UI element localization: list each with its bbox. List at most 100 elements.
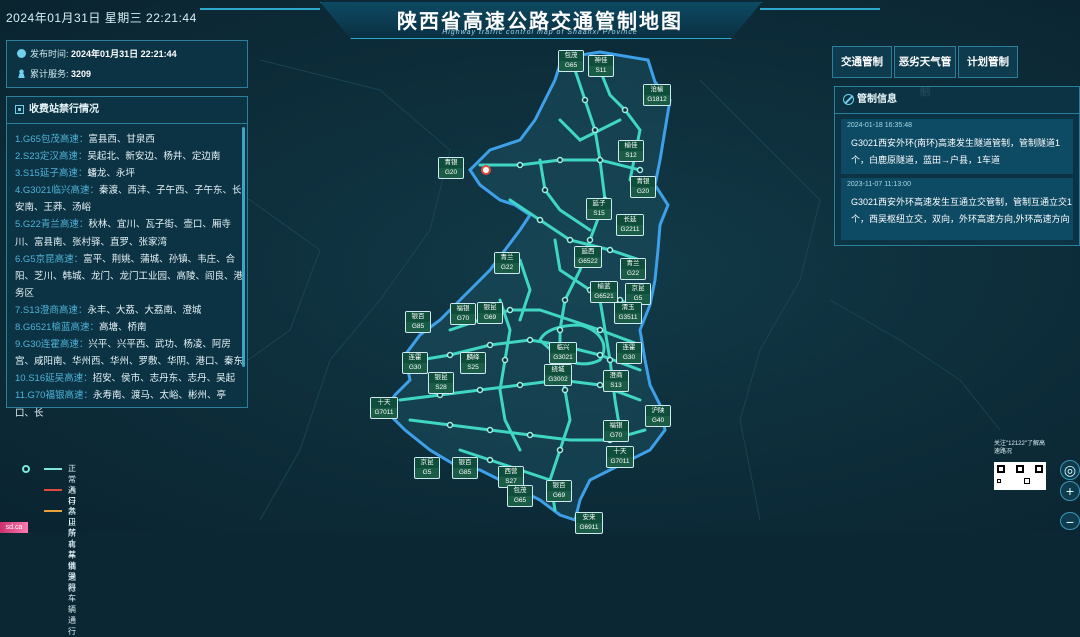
toll-list-item[interactable]: 7.S13澄商高速：永丰、大荔、大荔南、澄城 — [15, 302, 243, 319]
route-plate: 银百 G85 — [405, 311, 431, 333]
route-plate: 榆蓝 G6521 — [590, 281, 618, 303]
route-plate-code: G7011 — [374, 409, 394, 416]
route-plate-code: G40 — [651, 417, 665, 424]
route-plate-name: 渭玉 — [615, 303, 641, 313]
route-plate: 京昆 G5 — [414, 457, 440, 479]
tab-planned-control[interactable]: 计划管制 — [958, 46, 1018, 78]
route-plate: 延子 S15 — [586, 198, 612, 220]
legend-swatch-normal — [44, 468, 62, 470]
route-plate-code: S12 — [625, 152, 637, 159]
route-plate-code: G6521 — [594, 293, 614, 300]
road-name: 10.S16延吴高速： — [15, 373, 93, 385]
road-name: 11.G70福银高速： — [15, 390, 93, 402]
route-plate: 安来 G6911 — [575, 512, 603, 534]
toll-list-item[interactable]: 3.S15延子高速：蟠龙、永坪 — [15, 165, 243, 182]
toll-panel-title: 收费站禁行情况 — [29, 104, 99, 115]
tab-traffic-control[interactable]: 交通管制 — [832, 46, 892, 78]
route-plate-name: 京昆 — [626, 284, 650, 294]
route-plate-name: 包茂 — [508, 486, 532, 496]
route-plate-name: 银百 — [453, 458, 477, 468]
qr-code-image[interactable] — [994, 462, 1046, 490]
route-plate: 青兰 G22 — [494, 252, 520, 274]
publish-info-panel: 发布时间: 2024年01月31日 22:21:44 累计服务: 3209 — [6, 40, 248, 88]
route-plate-code: G22 — [500, 264, 514, 271]
route-plate-name: 十天 — [371, 398, 397, 408]
route-plate-code: G3002 — [548, 376, 568, 383]
locate-button[interactable]: ◎ — [1060, 460, 1080, 480]
route-plate-name: 福银 — [451, 304, 475, 314]
route-plate: 银百 G69 — [546, 480, 572, 502]
toll-panel-header: 收费站禁行情况 — [7, 97, 247, 124]
route-plate-name: 西营 — [499, 467, 523, 477]
route-plate-name: 澄商 — [604, 371, 628, 381]
route-plate-name: 神佳 — [589, 56, 613, 66]
closed-station-marker[interactable] — [481, 165, 491, 175]
route-plate-code: G5 — [422, 469, 432, 476]
road-name: 8.G6521榆蓝高速： — [15, 322, 99, 334]
route-plate-name: 京昆 — [415, 458, 439, 468]
route-plate-code: G70 — [456, 315, 470, 322]
route-plate: 长延 G2211 — [616, 214, 644, 236]
control-notice[interactable]: 2023-11-07 11:13:00 G3021西安外环高速发生互通立交管制，… — [841, 178, 1073, 240]
toll-list-item[interactable]: 4.G3021临兴高速：秦渡、西沣、子午西、子午东、长安南、王莽、汤峪 — [15, 182, 243, 216]
route-plate: 绕城 G3002 — [544, 364, 572, 386]
route-plate-code: G69 — [483, 314, 497, 321]
route-plate: 十天 G7011 — [606, 446, 634, 468]
list-icon — [15, 105, 24, 114]
qr-caption: 关注"12122"了解高速路况 — [994, 441, 1045, 455]
toll-list-item[interactable]: 8.G6521榆蓝高速：高塘、桥南 — [15, 319, 243, 336]
toll-list-item[interactable]: 2.S23定汉高速：吴起北、新安边、杨井、定边南 — [15, 148, 243, 165]
clock-icon — [17, 49, 26, 58]
route-plate: 银昆 S28 — [428, 372, 454, 394]
route-plate: 神佳 S11 — [588, 55, 614, 77]
toll-list-item[interactable]: 9.G30连霍高速：兴平、兴平西、武功、杨凌、阿房宫、咸阳南、华州西、华州、罗敷… — [15, 336, 243, 370]
control-notice[interactable]: 2024-01-18 16:35:48 G3021西安外环(南环)高速发生隧道管… — [841, 119, 1073, 174]
toll-station-panel: 收费站禁行情况 1.G65包茂高速：富县西、甘泉西 2.S23定汉高速：吴起北、新… — [6, 96, 248, 419]
route-plate: 渭玉 G3511 — [614, 302, 642, 324]
ban-icon — [843, 94, 854, 105]
route-plate-name: 包茂 — [559, 51, 583, 61]
road-name: 3.S15延子高速： — [15, 168, 88, 180]
route-plate-code: S15 — [593, 210, 605, 217]
station-names: 富县西、甘泉西 — [88, 134, 155, 145]
road-name: 7.S13澄商高速： — [15, 304, 88, 316]
station-names: 永丰、大荔、大荔南、澄城 — [87, 304, 202, 316]
route-plate-name: 延西 — [575, 247, 601, 257]
publish-label: 发布时间: — [30, 49, 69, 59]
control-info-panel: 管制信息 2024-01-18 16:35:48 G3021西安外环(南环)高速… — [834, 86, 1080, 246]
route-plate-name: 沪陕 — [646, 406, 670, 416]
notice-text: G3021西安外环(南环)高速发生隧道管制，管制隧道1个，白鹿原隧道，蓝田→户县… — [851, 138, 1061, 165]
route-plate-name: 连霍 — [617, 343, 641, 353]
route-plate-code: G85 — [411, 323, 425, 330]
legend-swatch-all-closed — [44, 489, 62, 491]
watermark-badge: sd.ca — [0, 522, 28, 533]
tab-weather-control[interactable]: 恶劣天气管制 — [894, 46, 956, 98]
route-plate: 青兰 G22 — [620, 258, 646, 280]
toll-list-scrollbar[interactable] — [242, 127, 245, 367]
current-datetime: 2024年01月31日 星期三 22:21:44 — [6, 11, 197, 25]
route-plate-code: G3511 — [618, 314, 638, 321]
zoom-out-button[interactable]: − — [1060, 512, 1080, 530]
route-plate: 福银 G70 — [603, 420, 629, 442]
toll-station-list[interactable]: 1.G65包茂高速：富县西、甘泉西 2.S23定汉高速：吴起北、新安边、杨井、定边… — [15, 131, 243, 422]
control-panel-header: 管制信息 — [835, 87, 1079, 114]
route-plate-name: 银昆 — [429, 373, 453, 383]
zoom-in-button[interactable]: + — [1060, 481, 1080, 501]
route-plate-code: S28 — [435, 384, 447, 391]
route-plate: 榆佳 S12 — [618, 140, 644, 162]
route-plate-name: 延子 — [587, 199, 611, 209]
route-plate-name: 安来 — [576, 513, 602, 523]
toll-list-item[interactable]: 5.G22青兰高速：秋林、宜川、瓦子街、壶口、厢寺川、富县南、张村驿、直罗、张家… — [15, 216, 243, 250]
route-plate: 包茂 G65 — [507, 485, 533, 507]
route-plate-code: G30 — [622, 354, 636, 361]
toll-list-item[interactable]: 1.G65包茂高速：富县西、甘泉西 — [15, 131, 243, 148]
route-plate: 青银 G20 — [630, 176, 656, 198]
road-name: 9.G30连霍高速： — [15, 339, 89, 351]
toll-list-item[interactable]: 11.G70福银高速：永寿南、渡马、太峪、彬州、亭口、长 — [15, 387, 243, 421]
route-plate-name: 临兴 — [550, 343, 576, 353]
route-plate-name: 青兰 — [495, 253, 519, 263]
route-plate: 沪陕 G40 — [645, 405, 671, 427]
route-plate: 麟绛 S25 — [460, 352, 486, 374]
toll-list-item[interactable]: 10.S16延吴高速：招安、侯市、志丹东、志丹、吴起 — [15, 370, 243, 387]
toll-list-item[interactable]: 6.G5京昆高速：富平、荆姚、蒲城、孙镇、韦庄、合阳、芝川、韩城、龙门、龙门工业… — [15, 251, 243, 302]
